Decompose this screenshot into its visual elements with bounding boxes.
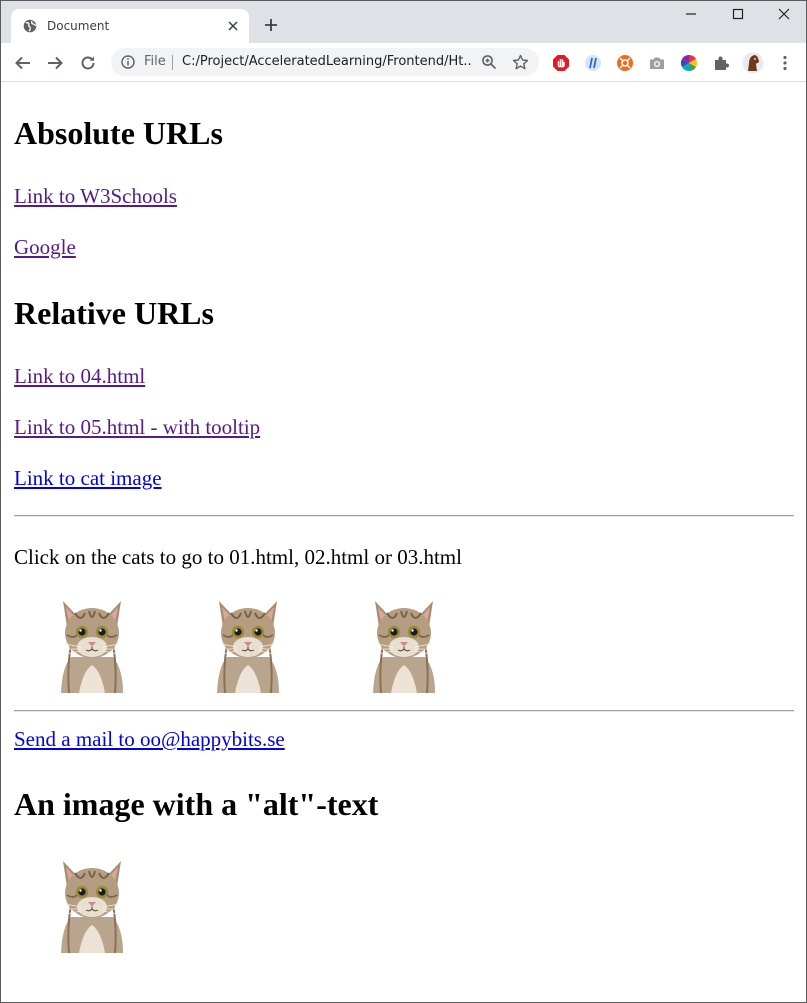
url-scheme-label: File [144,54,166,69]
heading-relative-urls: Relative URLs [14,295,214,331]
color-picker-icon[interactable] [680,54,698,72]
tab-title: Document [47,19,110,33]
reload-icon[interactable] [79,54,97,72]
browser-toolbar: File C:/Project/AcceleratedLearning/Fron… [1,43,806,82]
link-05-html-tooltip[interactable]: Link to 05.html - with tooltip [14,414,260,440]
url-separator [172,55,173,70]
tab-document[interactable]: Document [11,9,249,43]
extension-sync-icon[interactable] [584,54,602,72]
globe-icon [23,19,37,33]
info-icon[interactable] [121,55,135,69]
horizontal-rule [14,515,794,517]
adblock-extension-icon[interactable] [552,54,570,72]
new-tab-icon[interactable] [263,17,279,33]
bookmark-star-icon[interactable] [512,54,529,71]
heading-alt-text: An image with a "alt"-text [14,786,379,822]
close-tab-icon[interactable] [227,20,239,32]
forward-arrow-icon[interactable] [46,54,64,72]
link-04-html[interactable]: Link to 04.html [14,363,145,389]
cats-instruction-text: Click on the cats to go to 01.html, 02.h… [14,545,462,569]
link-google[interactable]: Google [14,234,76,260]
mail-link[interactable]: Send a mail to oo@happybits.se [14,726,285,752]
url-text[interactable]: C:/Project/AcceleratedLearning/Frontend/… [182,54,472,69]
horizontal-rule [14,710,794,712]
maximize-icon[interactable] [731,7,745,21]
profile-avatar[interactable] [742,52,764,74]
camera-icon[interactable] [648,54,666,72]
more-menu-icon[interactable] [776,54,794,72]
link-w3schools[interactable]: Link to W3Schools [14,183,177,209]
cat-image-with-alt [60,860,124,953]
zoom-icon[interactable] [481,54,497,70]
close-window-icon[interactable] [777,7,791,21]
page-content: Absolute URLs Link to W3Schools Google R… [1,82,806,1002]
extension-orange-icon[interactable] [616,54,634,72]
cat-image-link-03[interactable] [369,597,439,693]
extensions-puzzle-icon[interactable] [712,54,730,72]
tab-strip: Document [1,1,806,43]
minimize-icon[interactable] [684,7,698,21]
cat-image-link-02[interactable] [213,597,283,693]
address-bar[interactable]: File C:/Project/AcceleratedLearning/Fron… [111,48,539,76]
heading-absolute-urls: Absolute URLs [14,115,223,151]
cat-image-link-01[interactable] [57,597,127,693]
back-arrow-icon[interactable] [14,54,32,72]
link-cat-image[interactable]: Link to cat image [14,465,162,491]
